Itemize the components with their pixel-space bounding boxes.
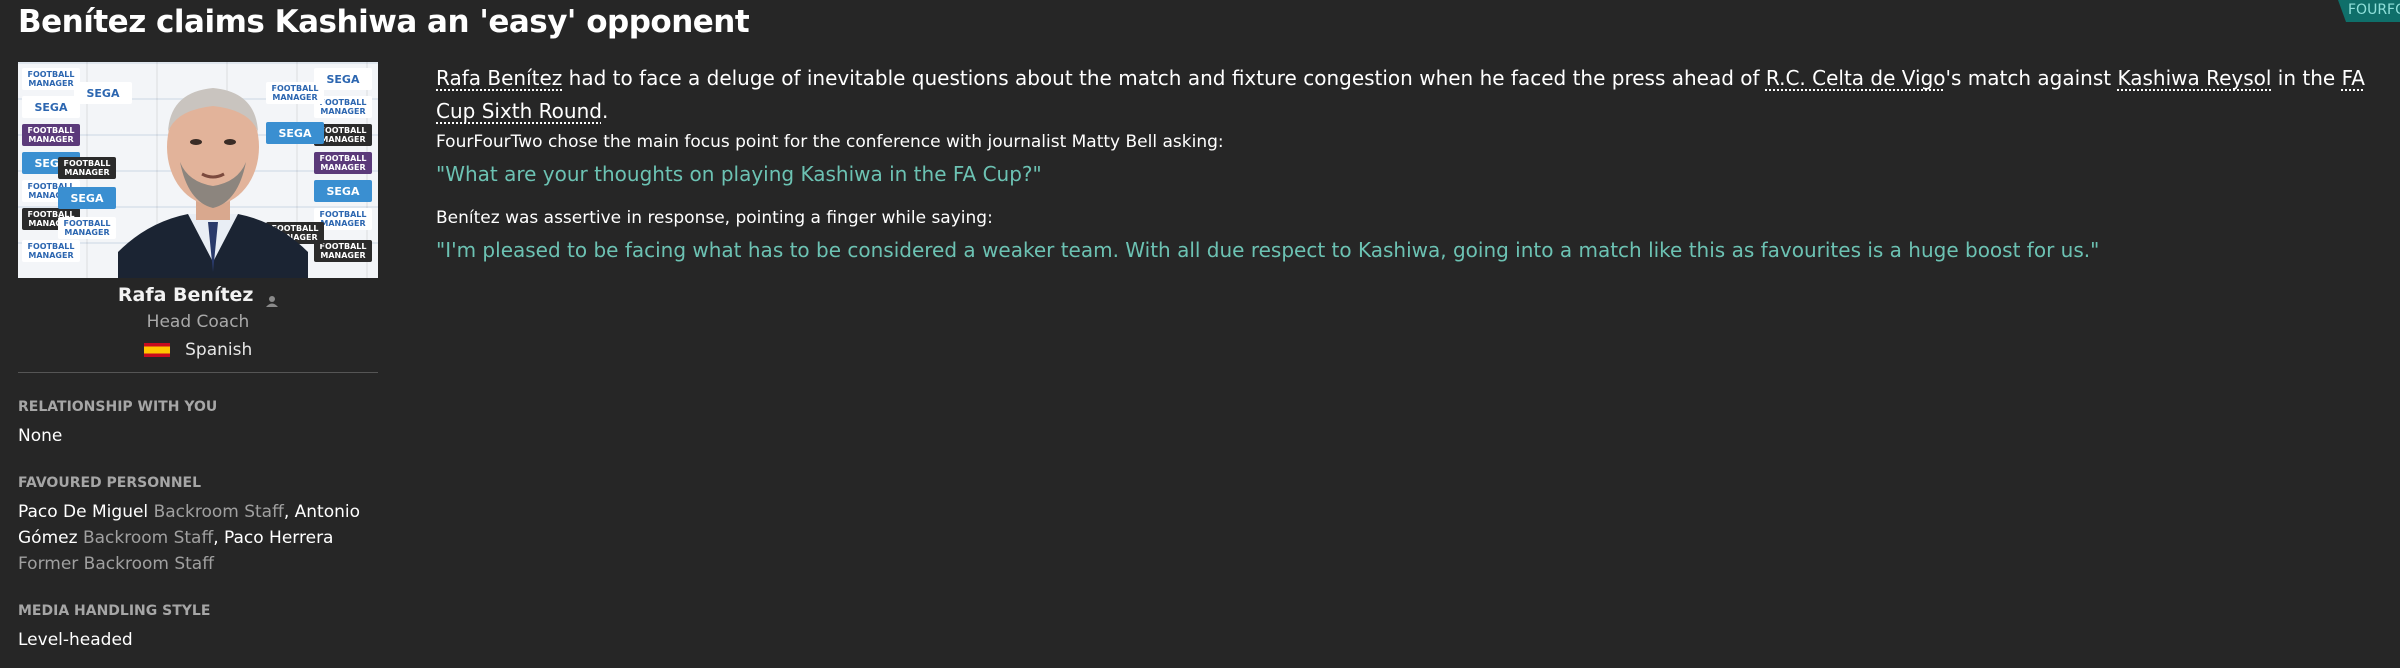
person-icon [266, 290, 279, 307]
conference-intro: FourFourTwo chose the main focus point f… [436, 132, 1224, 152]
coach-portrait [118, 88, 308, 278]
backdrop-tile: FOOTBALL MANAGER [58, 217, 116, 239]
backdrop-tile: SEGA [22, 96, 80, 118]
lead-text: had to face a deluge of inevitable quest… [562, 66, 1766, 90]
favoured-person-role: Backroom Staff [153, 502, 284, 522]
favoured-personnel-list: Paco De Miguel Backroom Staff, Antonio G… [18, 499, 378, 577]
sidebar-divider [18, 372, 378, 373]
favoured-person-role: Backroom Staff [82, 528, 214, 548]
profile-sidebar: FOOTBALL MANAGER SEGA FOOTBALL MANAGER S… [18, 62, 378, 653]
relationship-label: RELATIONSHIP WITH YOU [18, 399, 218, 415]
media-style-value: Level-headed [18, 630, 133, 650]
nationality-label: Spanish [185, 340, 253, 360]
backdrop-tile: SEGA [314, 180, 372, 202]
coach-nationality[interactable]: Spanish [18, 340, 378, 360]
journalist-question: "What are your thoughts on playing Kashi… [436, 162, 1042, 186]
media-style-label: MEDIA HANDLING STYLE [18, 603, 211, 619]
coach-answer: "I'm pleased to be facing what has to be… [436, 238, 2100, 262]
source-tag[interactable]: FOURFOURTWO [2338, 0, 2400, 22]
favoured-person-role: Former Backroom Staff [18, 554, 214, 574]
link-rafa-benitez[interactable]: Rafa Benítez [436, 66, 562, 90]
favoured-personnel-label: FAVOURED PERSONNEL [18, 475, 202, 491]
backdrop-tile: FOOTBALL MANAGER [22, 68, 80, 90]
backdrop-tile: FOOTBALL MANAGER [314, 152, 372, 174]
backdrop-tile: SEGA [58, 187, 116, 209]
backdrop-tile: FOOTBALL MANAGER [22, 240, 80, 262]
link-kashiwa-reysol[interactable]: Kashiwa Reysol [2117, 66, 2271, 90]
favoured-person-name[interactable]: Paco Herrera [224, 528, 333, 548]
relationship-value: None [18, 426, 63, 446]
list-separator: , [283, 502, 295, 522]
spain-flag-icon [143, 343, 170, 357]
lead-text: . [601, 99, 609, 123]
coach-name-row[interactable]: Rafa Benítez [18, 284, 378, 307]
article-title: Benítez claims Kashiwa an 'easy' opponen… [18, 4, 750, 40]
list-separator: , [213, 528, 224, 548]
article-body: Rafa Benítez had to face a deluge of ine… [436, 62, 2400, 262]
coach-role: Head Coach [146, 312, 250, 332]
backdrop-tile: FOOTBALL MANAGER [58, 157, 116, 179]
lead-text: 's match against [1945, 66, 2118, 90]
profile-photo[interactable]: FOOTBALL MANAGER SEGA FOOTBALL MANAGER S… [18, 62, 378, 278]
link-celta-de-vigo[interactable]: R.C. Celta de Vigo [1766, 66, 1946, 90]
response-intro: Benítez was assertive in response, point… [436, 208, 993, 228]
coach-name[interactable]: Rafa Benítez [118, 284, 254, 306]
lead-text: in the [2271, 66, 2342, 90]
backdrop-tile: FOOTBALL MANAGER [22, 124, 80, 146]
article-lead: Rafa Benítez had to face a deluge of ine… [436, 62, 2400, 128]
favoured-person-name[interactable]: Paco De Miguel [18, 502, 148, 522]
